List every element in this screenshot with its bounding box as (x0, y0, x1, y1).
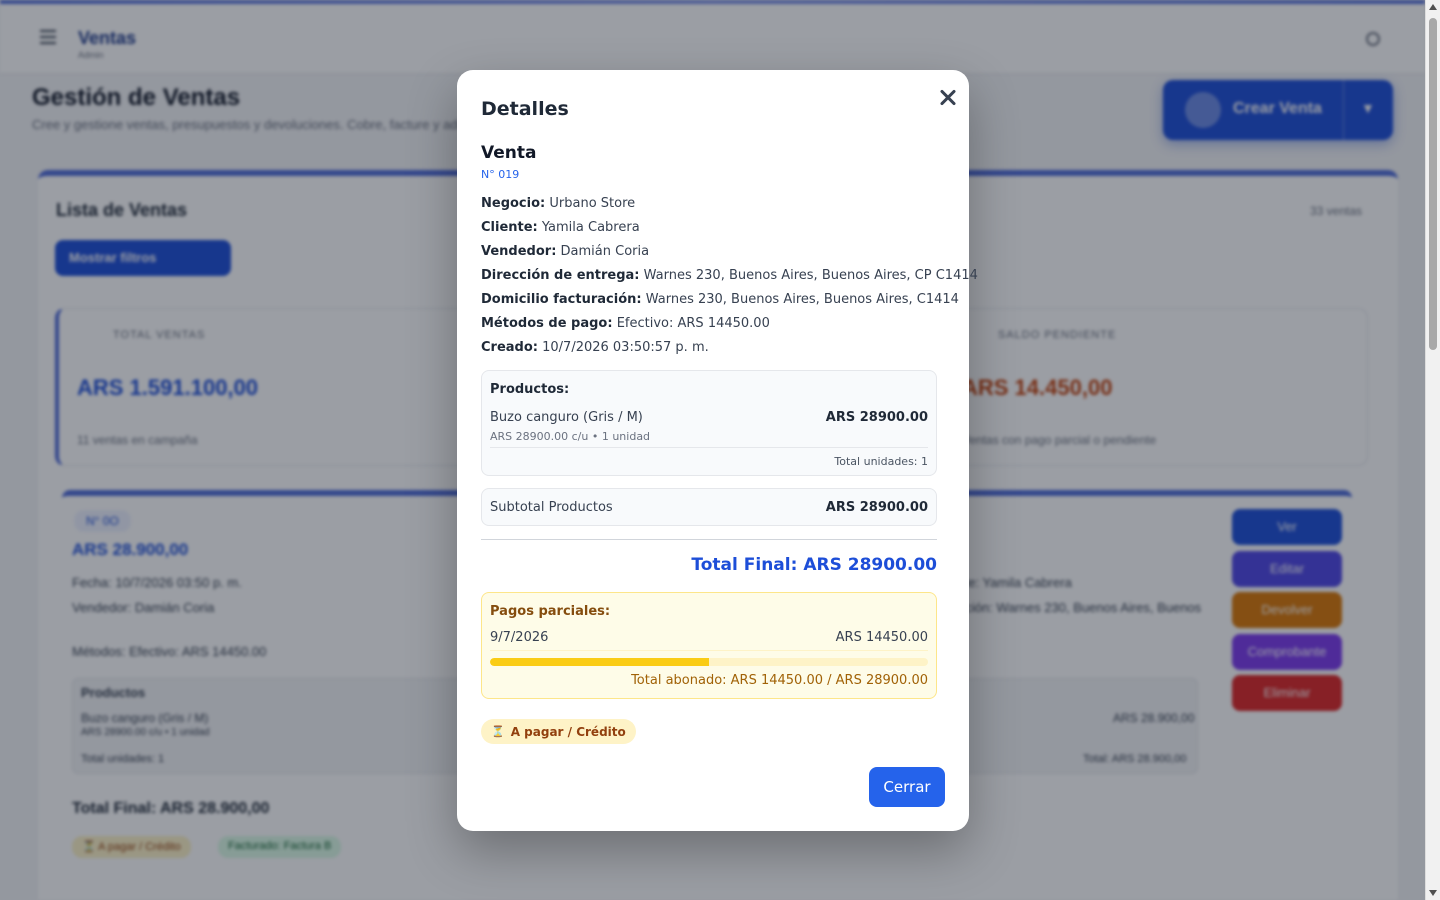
info-value: Urbano Store (549, 196, 636, 211)
partial-payments-box: Pagos parciales: 9/7/2026 ARS 14450.00 T… (481, 592, 937, 699)
info-label: Domicilio facturación: (481, 292, 642, 307)
payment-progress-fill (490, 658, 709, 666)
subtotal-value: ARS 28900.00 (825, 500, 928, 515)
modal-title: Detalles (481, 98, 569, 120)
scrollbar-thumb[interactable] (1429, 18, 1437, 350)
info-value: Efectivo: ARS 14450.00 (616, 316, 770, 331)
info-label: Vendedor: (481, 244, 557, 259)
product-name: Buzo canguro (Gris / M) (490, 410, 643, 425)
info-label: Negocio: (481, 196, 546, 211)
info-seller: Vendedor: Damián Coria (481, 242, 951, 266)
info-created: Creado: 10/7/2026 03:50:57 p. m. (481, 338, 951, 362)
payments-heading: Pagos parciales: (490, 604, 611, 619)
info-billing-address: Domicilio facturación: Warnes 230, Bueno… (481, 290, 959, 314)
total-paid: Total abonado: ARS 14450.00 / ARS 28900.… (631, 673, 928, 688)
document-number: N° 019 (481, 168, 520, 181)
info-value: Damián Coria (560, 244, 650, 259)
info-value: Warnes 230, Buenos Aires, Buenos Aires, … (643, 268, 978, 283)
info-business: Negocio: Urbano Store (481, 194, 951, 218)
divider (481, 539, 937, 540)
payment-amount: ARS 14450.00 (835, 630, 928, 645)
info-value: Warnes 230, Buenos Aires, Buenos Aires, … (645, 292, 959, 307)
products-box: Productos: Buzo canguro (Gris / M) ARS 2… (481, 370, 937, 476)
info-label: Creado: (481, 340, 538, 355)
sale-info-list: Negocio: Urbano Store Cliente: Yamila Ca… (481, 194, 978, 362)
hourglass-icon: ⏳ (491, 725, 505, 738)
status-badge-label: A pagar / Crédito (510, 724, 626, 739)
scroll-down-arrow-icon[interactable] (1429, 890, 1437, 896)
info-delivery-address: Dirección de entrega: Warnes 230, Buenos… (481, 266, 978, 290)
total-units: Total unidades: 1 (834, 455, 928, 468)
divider (490, 447, 928, 448)
product-price: ARS 28900.00 (825, 410, 928, 425)
document-type: Venta (481, 143, 537, 163)
payment-progress-bar (490, 658, 928, 666)
status-badge: ⏳ A pagar / Crédito (481, 719, 636, 744)
info-label: Dirección de entrega: (481, 268, 640, 283)
products-heading: Productos: (490, 382, 570, 397)
total-final: Total Final: ARS 28900.00 (691, 555, 937, 575)
info-label: Métodos de pago: (481, 316, 613, 331)
info-value: 10/7/2026 03:50:57 p. m. (542, 340, 709, 355)
payment-date: 9/7/2026 (490, 630, 549, 645)
close-button[interactable]: Cerrar (869, 767, 945, 807)
info-payment-methods: Métodos de pago: Efectivo: ARS 14450.00 (481, 314, 951, 338)
page-scrollbar[interactable] (1425, 0, 1440, 900)
subtotal-box: Subtotal Productos ARS 28900.00 (481, 488, 937, 526)
info-client: Cliente: Yamila Cabrera (481, 218, 951, 242)
info-value: Yamila Cabrera (541, 220, 640, 235)
scroll-up-arrow-icon[interactable] (1429, 4, 1437, 10)
close-icon[interactable] (937, 86, 959, 108)
divider (490, 650, 928, 651)
product-detail: ARS 28900.00 c/u • 1 unidad (490, 430, 651, 443)
details-modal: Detalles Venta N° 019 Negocio: Urbano St… (457, 70, 978, 831)
info-label: Cliente: (481, 220, 538, 235)
subtotal-label: Subtotal Productos (490, 500, 613, 515)
